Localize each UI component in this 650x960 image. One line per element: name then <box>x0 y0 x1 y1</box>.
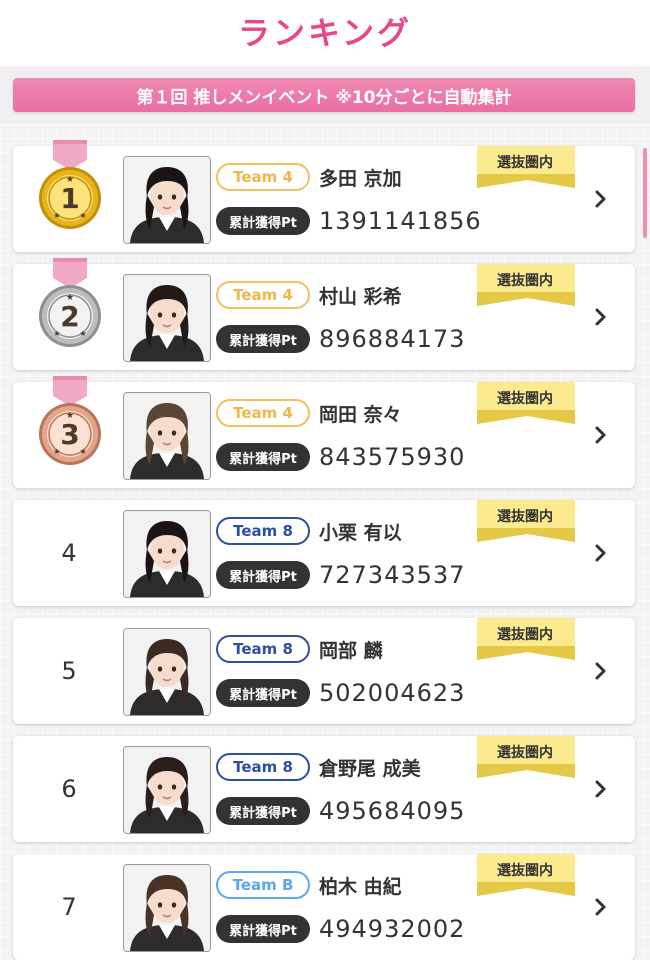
member-photo <box>123 274 211 362</box>
silver-medal-icon: 2 ★ ★ ★ <box>35 258 105 356</box>
badge-label: 選抜圏内 <box>497 273 553 289</box>
svg-text:★: ★ <box>79 211 86 220</box>
ranking-card[interactable]: 6 Team 8 倉野尾 成美 累計獲得Pt 495684095 選抜圏内 <box>13 736 635 842</box>
ranking-card[interactable]: 5 Team 8 岡部 麟 累計獲得Pt 502004623 選抜圏内 <box>13 618 635 724</box>
member-name: 倉野尾 成美 <box>319 757 421 780</box>
svg-text:★: ★ <box>66 293 74 303</box>
rank-number: 7 <box>61 893 77 921</box>
rank-number: 4 <box>61 539 77 567</box>
team-pill: Team 4 <box>216 281 310 309</box>
member-photo <box>123 628 211 716</box>
points-label: 累計獲得Pt <box>216 679 310 707</box>
points-value: 727343537 <box>319 561 466 589</box>
team-pill: Team 4 <box>216 163 310 191</box>
svg-text:★: ★ <box>79 329 86 338</box>
points-value: 896884173 <box>319 325 466 353</box>
points-label: 累計獲得Pt <box>216 797 310 825</box>
member-photo <box>123 864 211 952</box>
svg-text:★: ★ <box>53 329 60 338</box>
svg-text:3: 3 <box>60 418 79 451</box>
svg-text:★: ★ <box>66 175 74 185</box>
rank-number: 6 <box>61 775 77 803</box>
senbatsu-badge: 選抜圏内 <box>475 852 579 898</box>
member-name: 多田 京加 <box>319 167 402 190</box>
team-pill: Team 4 <box>216 399 310 427</box>
member-name: 岡部 麟 <box>319 639 383 662</box>
svg-text:★: ★ <box>53 447 60 456</box>
ranking-card[interactable]: 2 ★ ★ ★ Team 4 村山 彩希 累計獲得Pt 896884173 選抜… <box>13 258 635 370</box>
member-name: 村山 彩希 <box>319 285 402 308</box>
ranking-card[interactable]: 4 Team 8 小栗 有以 累計獲得Pt 727343537 選抜圏内 <box>13 500 635 606</box>
badge-label: 選抜圏内 <box>497 509 553 525</box>
senbatsu-badge: 選抜圏内 <box>475 734 579 780</box>
chevron-right-icon[interactable] <box>591 422 611 448</box>
chevron-right-icon[interactable] <box>591 186 611 212</box>
member-photo <box>123 746 211 834</box>
badge-label: 選抜圏内 <box>497 155 553 171</box>
senbatsu-badge: 選抜圏内 <box>475 262 579 308</box>
team-pill: Team B <box>216 871 310 899</box>
points-label: 累計獲得Pt <box>216 207 310 235</box>
member-name: 柏木 由紀 <box>319 875 402 898</box>
scrollbar[interactable] <box>643 148 647 238</box>
ranking-card[interactable]: 3 ★ ★ ★ Team 4 岡田 奈々 累計獲得Pt 843575930 選抜… <box>13 376 635 488</box>
page-title: ランキング <box>237 14 413 52</box>
team-pill: Team 8 <box>216 753 310 781</box>
svg-text:★: ★ <box>53 211 60 220</box>
ranking-card[interactable]: 1 ★ ★ ★ Team 4 多田 京加 累計獲得Pt 1391141856 選… <box>13 140 635 252</box>
points-value: 843575930 <box>319 443 466 471</box>
badge-label: 選抜圏内 <box>497 391 553 407</box>
member-name: 小栗 有以 <box>319 521 402 544</box>
event-banner: 第１回 推しメンイベント ※10分ごとに自動集計 <box>13 78 635 112</box>
points-label: 累計獲得Pt <box>216 443 310 471</box>
svg-text:2: 2 <box>60 300 79 333</box>
svg-text:★: ★ <box>79 447 86 456</box>
chevron-right-icon[interactable] <box>591 658 611 684</box>
points-value: 502004623 <box>319 679 466 707</box>
chevron-right-icon[interactable] <box>591 776 611 802</box>
gold-medal-icon: 1 ★ ★ ★ <box>35 140 105 238</box>
team-pill: Team 8 <box>216 517 310 545</box>
points-value: 495684095 <box>319 797 466 825</box>
badge-label: 選抜圏内 <box>497 863 553 879</box>
chevron-right-icon[interactable] <box>591 540 611 566</box>
points-label: 累計獲得Pt <box>216 325 310 353</box>
bronze-medal-icon: 3 ★ ★ ★ <box>35 376 105 474</box>
senbatsu-badge: 選抜圏内 <box>475 498 579 544</box>
banner-area: 第１回 推しメンイベント ※10分ごとに自動集計 <box>0 66 650 124</box>
header: ランキング <box>0 0 650 66</box>
chevron-right-icon[interactable] <box>591 894 611 920</box>
badge-label: 選抜圏内 <box>497 627 553 643</box>
rank-number: 5 <box>61 657 77 685</box>
senbatsu-badge: 選抜圏内 <box>475 380 579 426</box>
member-name: 岡田 奈々 <box>319 403 402 426</box>
senbatsu-badge: 選抜圏内 <box>475 144 579 190</box>
team-pill: Team 8 <box>216 635 310 663</box>
points-value: 1391141856 <box>319 207 482 235</box>
points-label: 累計獲得Pt <box>216 915 310 943</box>
member-photo <box>123 392 211 480</box>
svg-text:1: 1 <box>60 182 79 215</box>
chevron-right-icon[interactable] <box>591 304 611 330</box>
svg-text:★: ★ <box>66 411 74 421</box>
member-photo <box>123 510 211 598</box>
ranking-card[interactable]: 7 Team B 柏木 由紀 累計獲得Pt 494932002 選抜圏内 <box>13 854 635 960</box>
member-photo <box>123 156 211 244</box>
points-label: 累計獲得Pt <box>216 561 310 589</box>
points-value: 494932002 <box>319 915 466 943</box>
badge-label: 選抜圏内 <box>497 745 553 761</box>
senbatsu-badge: 選抜圏内 <box>475 616 579 662</box>
